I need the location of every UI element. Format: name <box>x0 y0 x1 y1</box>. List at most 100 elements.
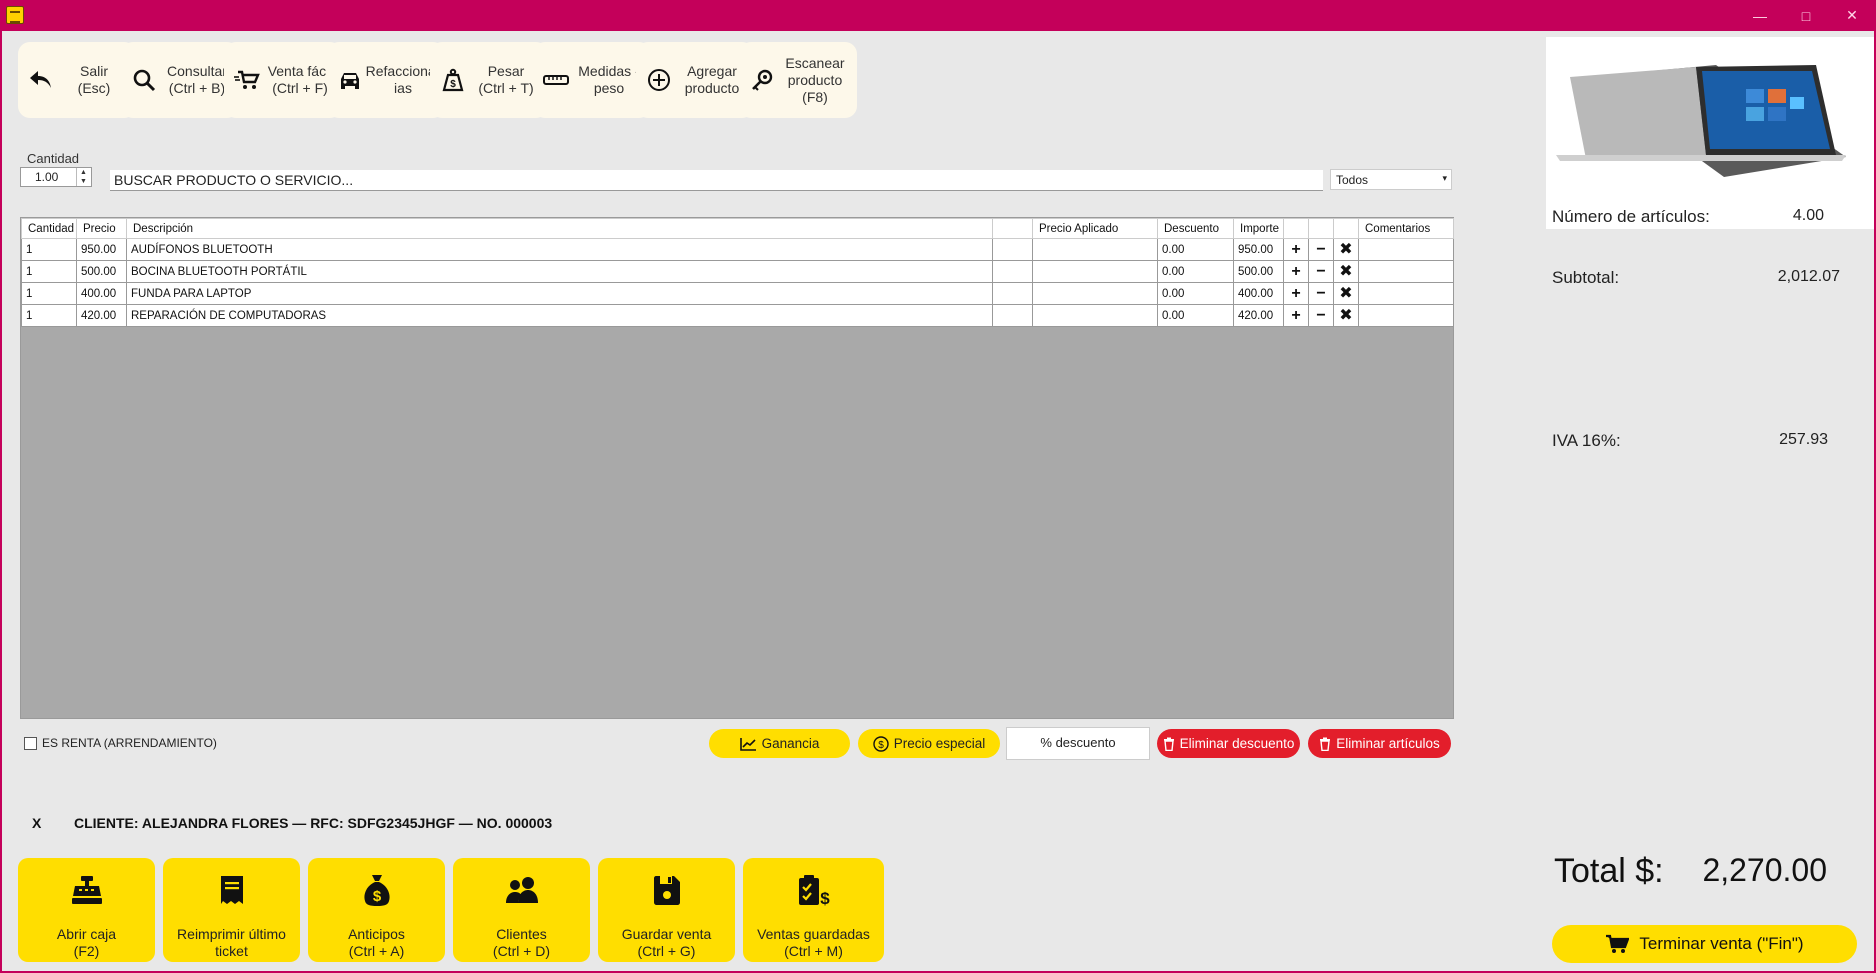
cell-comentarios[interactable] <box>1358 304 1454 327</box>
delete-row-icon[interactable]: ✖ <box>1333 260 1359 283</box>
maximize-button[interactable]: □ <box>1783 0 1829 31</box>
subtotal-value: 2,012.07 <box>1777 268 1840 285</box>
product-search-input[interactable] <box>110 170 1323 191</box>
cell-comentarios[interactable] <box>1358 260 1454 283</box>
column-header: Precio Aplicado <box>1032 218 1158 239</box>
refaccionarias-button[interactable]: Refaccionar ias <box>327 42 445 118</box>
eliminar-descuento-label: Eliminar descuento <box>1179 736 1295 751</box>
cell-comentarios[interactable] <box>1358 238 1454 261</box>
cell-importe: 400.00 <box>1233 282 1284 305</box>
cell-descuento[interactable]: 0.00 <box>1157 304 1234 327</box>
cell-cantidad[interactable]: 1 <box>21 260 77 283</box>
remove-quantity-icon[interactable]: − <box>1308 238 1334 261</box>
cell-precio-aplicado[interactable] <box>1032 304 1158 327</box>
cell-precio[interactable]: 400.00 <box>76 282 127 305</box>
cell-cantidad[interactable]: 1 <box>21 304 77 327</box>
cell-descripcion[interactable]: REPARACIÓN DE COMPUTADORAS <box>126 304 993 327</box>
cell-cantidad[interactable]: 1 <box>21 282 77 305</box>
consultar-button[interactable]: Consultar (Ctrl + B) <box>121 42 239 118</box>
cell-empty <box>992 260 1033 283</box>
quantity-up-icon[interactable]: ▲ <box>77 168 90 177</box>
add-quantity-icon[interactable]: + <box>1283 238 1309 261</box>
delete-row-icon[interactable]: ✖ <box>1333 238 1359 261</box>
cell-descuento[interactable]: 0.00 <box>1157 260 1234 283</box>
remove-quantity-icon[interactable]: − <box>1308 304 1334 327</box>
cart-fast-icon <box>232 65 262 95</box>
save-icon <box>647 870 687 910</box>
escanear-producto-button[interactable]: Escanear producto (F8) <box>739 42 857 118</box>
receipt-icon <box>212 870 252 910</box>
table-row[interactable]: 1 950.00 AUDÍFONOS BLUETOOTH 0.00 950.00… <box>21 238 1454 261</box>
cell-descripcion[interactable]: FUNDA PARA LAPTOP <box>126 282 993 305</box>
ventas-guardadas-button[interactable]: $ Ventas guardadas (Ctrl + M) <box>743 858 884 962</box>
quantity-spin-buttons[interactable]: ▲ ▼ <box>76 168 90 186</box>
renta-checkbox[interactable] <box>24 737 37 750</box>
percent-discount-input[interactable]: % descuento <box>1006 727 1150 760</box>
svg-text:$: $ <box>372 888 381 905</box>
money-bag-icon: $ <box>357 870 397 910</box>
cell-precio-aplicado[interactable] <box>1032 260 1158 283</box>
cell-precio[interactable]: 950.00 <box>76 238 127 261</box>
car-icon <box>335 65 365 95</box>
guardar-venta-label: Guardar venta (Ctrl + G) <box>621 926 712 959</box>
agregar-producto-button[interactable]: Agregar producto <box>636 42 754 118</box>
cell-descuento[interactable]: 0.00 <box>1157 238 1234 261</box>
venta-facil-button[interactable]: Venta fácil (Ctrl + F) <box>224 42 342 118</box>
clear-client-button[interactable]: X <box>32 815 41 831</box>
trash-icon <box>1320 737 1331 751</box>
guardar-venta-button[interactable]: Guardar venta (Ctrl + G) <box>598 858 735 962</box>
articles-count-value: 4.00 <box>1792 207 1824 224</box>
eliminar-articulos-button[interactable]: Eliminar artículos <box>1308 729 1451 758</box>
cell-comentarios[interactable] <box>1358 282 1454 305</box>
quantity-down-icon[interactable]: ▼ <box>77 177 90 186</box>
abrir-caja-button[interactable]: Abrir caja (F2) <box>18 858 155 962</box>
total-value: 2,270.00 <box>1702 852 1827 888</box>
add-quantity-icon[interactable]: + <box>1283 260 1309 283</box>
cell-cantidad[interactable]: 1 <box>21 238 77 261</box>
precio-especial-button[interactable]: $ Precio especial <box>858 729 1000 758</box>
delete-row-icon[interactable]: ✖ <box>1333 282 1359 305</box>
salir-button[interactable]: Salir (Esc) <box>18 42 136 118</box>
ganancia-button[interactable]: Ganancia <box>709 729 850 758</box>
reimprimir-ticket-label: Reimprimir último ticket <box>177 926 286 959</box>
chart-line-icon <box>739 737 756 751</box>
add-quantity-icon[interactable]: + <box>1283 304 1309 327</box>
table-header-row: Cantidad Precio Descripción Precio Aplic… <box>21 218 1454 239</box>
close-window-button[interactable]: ✕ <box>1829 0 1875 31</box>
minimize-button[interactable]: — <box>1737 0 1783 31</box>
add-quantity-icon[interactable]: + <box>1283 282 1309 305</box>
terminar-venta-label: Terminar venta ("Fin") <box>1639 934 1804 953</box>
medidas-peso-button[interactable]: Medidas - peso <box>533 42 651 118</box>
column-header <box>1308 218 1334 239</box>
key-icon <box>747 65 777 95</box>
remove-quantity-icon[interactable]: − <box>1308 260 1334 283</box>
terminar-venta-button[interactable]: Terminar venta ("Fin") <box>1552 925 1857 963</box>
cell-precio[interactable]: 500.00 <box>76 260 127 283</box>
reimprimir-ticket-button[interactable]: Reimprimir último ticket <box>163 858 300 962</box>
eliminar-descuento-button[interactable]: Eliminar descuento <box>1157 729 1300 758</box>
cell-precio-aplicado[interactable] <box>1032 282 1158 305</box>
precio-especial-label: Precio especial <box>893 736 986 751</box>
cell-descripcion[interactable]: BOCINA BLUETOOTH PORTÁTIL <box>126 260 993 283</box>
chevron-down-icon: ▾ <box>1442 173 1447 183</box>
column-header <box>992 218 1033 239</box>
cart-icon <box>1606 934 1630 953</box>
pesar-button[interactable]: $ Pesar (Ctrl + T) <box>430 42 548 118</box>
cell-precio-aplicado[interactable] <box>1032 238 1158 261</box>
remove-quantity-icon[interactable]: − <box>1308 282 1334 305</box>
plus-circle-icon <box>644 65 674 95</box>
clipboard-money-icon: $ <box>794 870 834 910</box>
cell-descripcion[interactable]: AUDÍFONOS BLUETOOTH <box>126 238 993 261</box>
table-row[interactable]: 1 420.00 REPARACIÓN DE COMPUTADORAS 0.00… <box>21 304 1454 327</box>
category-filter-select[interactable]: Todos ▾ <box>1330 169 1452 190</box>
column-header: Comentarios <box>1358 218 1454 239</box>
clientes-button[interactable]: Clientes (Ctrl + D) <box>453 858 590 962</box>
table-row[interactable]: 1 400.00 FUNDA PARA LAPTOP 0.00 400.00 +… <box>21 282 1454 305</box>
table-row[interactable]: 1 500.00 BOCINA BLUETOOTH PORTÁTIL 0.00 … <box>21 260 1454 283</box>
anticipos-button[interactable]: $ Anticipos (Ctrl + A) <box>308 858 445 962</box>
anticipos-label: Anticipos (Ctrl + A) <box>348 926 405 959</box>
cell-descuento[interactable]: 0.00 <box>1157 282 1234 305</box>
delete-row-icon[interactable]: ✖ <box>1333 304 1359 327</box>
renta-label: ES RENTA (ARRENDAMIENTO) <box>42 736 217 750</box>
cell-precio[interactable]: 420.00 <box>76 304 127 327</box>
